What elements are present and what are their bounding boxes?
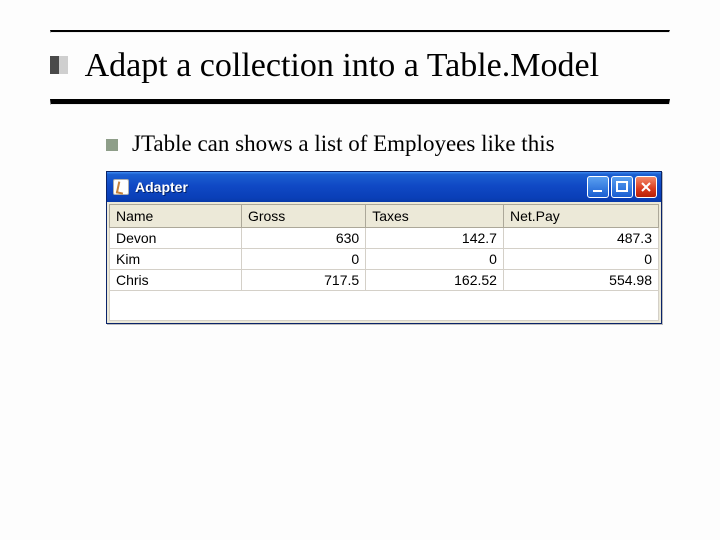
employee-table[interactable]: Name Gross Taxes Net.Pay Devon 630 142.7… bbox=[109, 204, 659, 291]
square-bullet-icon bbox=[106, 139, 118, 151]
bullet-item: JTable can shows a list of Employees lik… bbox=[106, 131, 670, 157]
cell-net: 0 bbox=[503, 249, 658, 270]
cell-gross: 0 bbox=[241, 249, 365, 270]
cell-gross: 630 bbox=[241, 228, 365, 249]
java-cup-icon bbox=[113, 179, 129, 195]
cell-net: 554.98 bbox=[503, 270, 658, 291]
cell-taxes: 162.52 bbox=[366, 270, 504, 291]
window-client-area: Name Gross Taxes Net.Pay Devon 630 142.7… bbox=[107, 202, 661, 323]
slide-title: Adapt a collection into a Table.Model bbox=[50, 47, 670, 85]
cell-taxes: 142.7 bbox=[366, 228, 504, 249]
col-header-name[interactable]: Name bbox=[110, 205, 242, 228]
title-underline bbox=[50, 99, 670, 105]
table-header-row: Name Gross Taxes Net.Pay bbox=[110, 205, 659, 228]
table-row[interactable]: Chris 717.5 162.52 554.98 bbox=[110, 270, 659, 291]
col-header-net[interactable]: Net.Pay bbox=[503, 205, 658, 228]
col-header-taxes[interactable]: Taxes bbox=[366, 205, 504, 228]
top-rule bbox=[50, 30, 670, 33]
app-window: Adapter bbox=[106, 171, 662, 324]
cell-gross: 717.5 bbox=[241, 270, 365, 291]
close-button[interactable] bbox=[635, 176, 657, 198]
cell-name: Devon bbox=[110, 228, 242, 249]
slide-title-text: Adapt a collection into a Table.Model bbox=[85, 47, 599, 84]
cell-taxes: 0 bbox=[366, 249, 504, 270]
title-bullet-icon bbox=[50, 56, 68, 74]
table-row[interactable]: Devon 630 142.7 487.3 bbox=[110, 228, 659, 249]
maximize-button[interactable] bbox=[611, 176, 633, 198]
col-header-gross[interactable]: Gross bbox=[241, 205, 365, 228]
table-empty-area bbox=[109, 291, 659, 321]
table-row[interactable]: Kim 0 0 0 bbox=[110, 249, 659, 270]
minimize-button[interactable] bbox=[587, 176, 609, 198]
cell-net: 487.3 bbox=[503, 228, 658, 249]
window-titlebar[interactable]: Adapter bbox=[107, 172, 661, 202]
window-title: Adapter bbox=[135, 179, 581, 195]
cell-name: Kim bbox=[110, 249, 242, 270]
cell-name: Chris bbox=[110, 270, 242, 291]
bullet-text: JTable can shows a list of Employees lik… bbox=[132, 131, 555, 157]
